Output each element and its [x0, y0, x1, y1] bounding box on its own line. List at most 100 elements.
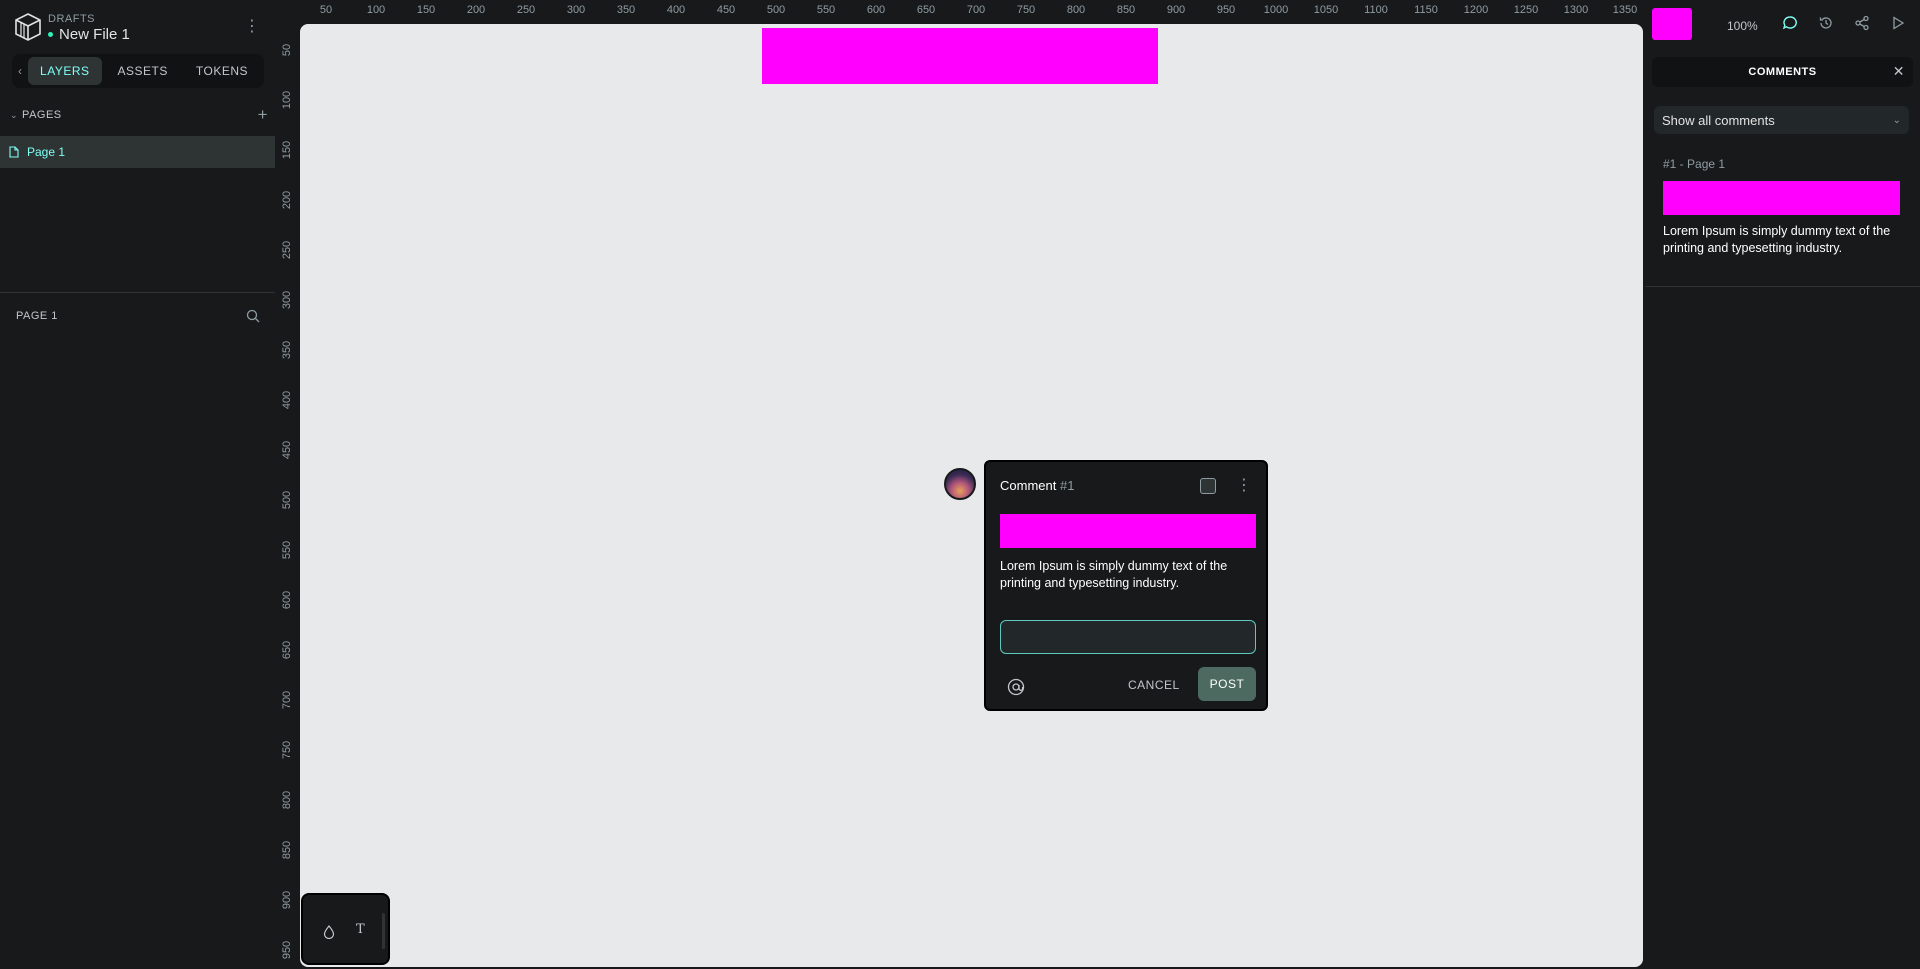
search-icon[interactable] [246, 309, 260, 323]
toolbar-scrollbar[interactable] [382, 913, 385, 949]
thread-content-highlight[interactable] [1663, 181, 1900, 215]
sidebar-tabs: ‹ LAYERS ASSETS TOKENS [12, 54, 264, 88]
comment-number: #1 [1059, 478, 1075, 493]
ruler-tick: 450 [716, 4, 736, 16]
ruler-tick: 50 [319, 4, 333, 16]
sidebar-item-page-1[interactable]: Page 1 [0, 136, 275, 168]
ruler-tick: 700 [966, 4, 986, 16]
comments-panel-header: COMMENTS ✕ [1652, 57, 1913, 87]
app-logo-icon[interactable] [14, 12, 42, 42]
file-name-label: New File 1 [59, 26, 130, 43]
drop-icon[interactable] [323, 925, 335, 939]
ruler-tick: 1100 [1364, 4, 1388, 16]
left-sidebar: DRAFTS New File 1 ⋮ ‹ LAYERS ASSETS TOKE… [0, 0, 275, 969]
at-mention-icon[interactable] [1006, 677, 1026, 697]
layers-title: PAGE 1 [16, 310, 58, 322]
pages-header[interactable]: ⌄ PAGES + [10, 106, 268, 123]
ruler-tick: 950 [281, 940, 293, 960]
ruler-horizontal: 50 100 150 200 250 300 350 400 450 500 5… [275, 0, 1645, 20]
ruler-tick: 450 [281, 440, 293, 460]
ruler-tick: 500 [766, 4, 786, 16]
share-icon[interactable] [1854, 15, 1870, 31]
post-button[interactable]: POST [1198, 667, 1256, 701]
ruler-tick: 50 [281, 43, 293, 57]
chevron-down-icon: ⌄ [1892, 114, 1901, 126]
text-palette-toolbar: T [301, 893, 390, 965]
ruler-tick: 850 [281, 840, 293, 860]
tab-assets[interactable]: ASSETS [106, 57, 180, 85]
ruler-tick: 750 [1016, 4, 1036, 16]
text-tool-icon[interactable]: T [356, 922, 365, 937]
ruler-tick: 100 [366, 4, 386, 16]
comments-icon[interactable] [1782, 15, 1798, 31]
ruler-tick: 600 [866, 4, 886, 16]
ruler-tick: 1350 [1612, 4, 1638, 16]
ruler-tick: 1050 [1313, 4, 1339, 16]
ruler-tick: 500 [281, 490, 293, 510]
user-color-swatch[interactable] [1652, 8, 1692, 40]
ruler-tick: 150 [416, 4, 436, 16]
chevron-down-icon[interactable]: ⌄ [10, 110, 18, 121]
ruler-tick: 800 [281, 790, 293, 810]
ruler-tick: 700 [281, 690, 293, 710]
tab-tokens[interactable]: TOKENS [184, 57, 260, 85]
ruler-tick: 650 [916, 4, 936, 16]
ruler-tick: 350 [281, 340, 293, 360]
play-icon[interactable] [1890, 15, 1906, 31]
ruler-tick: 300 [566, 4, 586, 16]
ruler-tick: 900 [281, 890, 293, 910]
avatar[interactable] [944, 468, 976, 500]
cancel-button[interactable]: CANCEL [1128, 678, 1180, 692]
zoom-level[interactable]: 100% [1727, 19, 1758, 33]
reply-input[interactable] [1000, 620, 1256, 654]
ruler-tick: 400 [281, 390, 293, 410]
design-canvas[interactable] [300, 24, 1643, 967]
comments-title: COMMENTS [1748, 66, 1817, 78]
ruler-tick: 250 [516, 4, 536, 16]
ruler-tick: 950 [1216, 4, 1236, 16]
chevron-left-icon[interactable]: ‹ [16, 64, 24, 78]
kebab-icon[interactable]: ⋮ [244, 18, 260, 36]
ruler-tick: 250 [281, 240, 293, 260]
file-name[interactable]: New File 1 [48, 26, 130, 43]
ruler-tick: 100 [281, 90, 293, 110]
ruler-tick: 650 [281, 640, 293, 660]
close-icon[interactable]: ✕ [1893, 63, 1905, 80]
ruler-tick: 150 [281, 140, 293, 160]
layers-header: PAGE 1 [16, 309, 260, 323]
comment-title: Comment #1 [1000, 478, 1074, 493]
ruler-tick: 750 [281, 740, 293, 760]
comments-filter-select[interactable]: Show all comments ⌄ [1654, 106, 1909, 134]
ruler-tick: 300 [281, 290, 293, 310]
ruler-tick: 800 [1066, 4, 1086, 16]
divider [1645, 286, 1920, 287]
ruler-tick: 550 [281, 540, 293, 560]
ruler-tick: 350 [616, 4, 636, 16]
project-name[interactable]: DRAFTS [48, 13, 95, 25]
plus-icon[interactable]: + [258, 106, 268, 123]
comment-content-highlight [1000, 514, 1256, 548]
tab-layers[interactable]: LAYERS [28, 57, 102, 85]
thread-text[interactable]: Lorem Ipsum is simply dummy text of the … [1663, 223, 1903, 257]
ruler-tick: 1200 [1463, 4, 1489, 16]
ruler-tick: 850 [1116, 4, 1136, 16]
filter-value: Show all comments [1662, 112, 1775, 128]
ruler-tick: 400 [666, 4, 686, 16]
divider [0, 292, 275, 293]
comment-popup: Comment #1 ⋮ Lorem Ipsum is simply dummy… [984, 460, 1268, 711]
ruler-tick: 600 [281, 590, 293, 610]
resolve-checkbox[interactable] [1200, 478, 1216, 494]
more-icon[interactable]: ⋮ [1236, 475, 1252, 495]
ruler-tick: 550 [816, 4, 836, 16]
ruler-tick: 200 [466, 4, 486, 16]
thread-meta[interactable]: #1 - Page 1 [1663, 157, 1725, 171]
ruler-tick: 900 [1166, 4, 1186, 16]
ruler-tick: 1000 [1263, 4, 1289, 16]
history-icon[interactable] [1818, 15, 1834, 31]
ruler-tick: 1300 [1563, 4, 1589, 16]
page-label: Page 1 [27, 145, 66, 159]
canvas-shape-rectangle[interactable] [762, 28, 1158, 84]
pages-title: PAGES [22, 109, 62, 121]
page-icon [9, 146, 19, 158]
ruler-tick: 1150 [1414, 4, 1438, 16]
